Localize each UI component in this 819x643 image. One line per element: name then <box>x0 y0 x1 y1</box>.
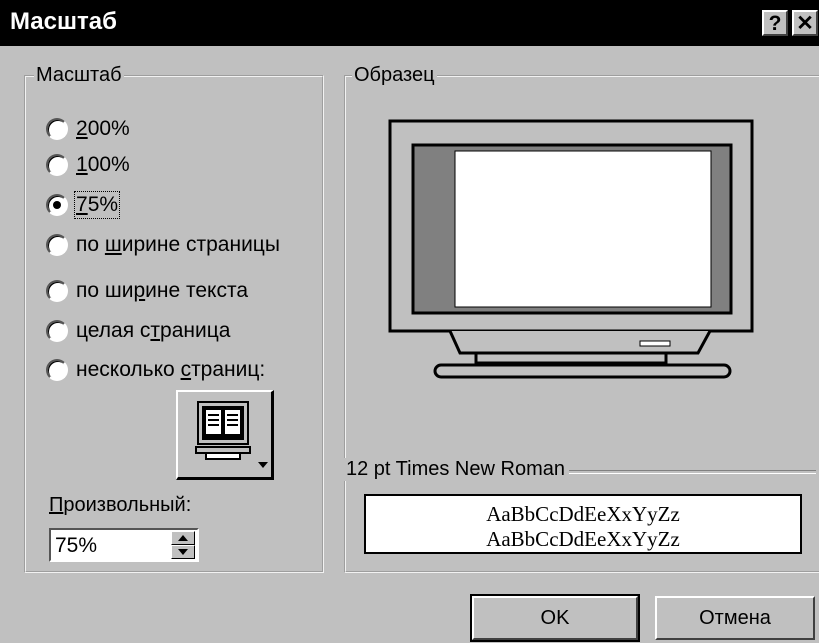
scale-option[interactable]: несколько страниц: <box>46 355 265 385</box>
spin-down-button[interactable] <box>171 545 195 559</box>
radio-button[interactable] <box>46 320 68 342</box>
scale-option[interactable]: целая страница <box>46 316 230 346</box>
scale-option-label: 75% <box>73 191 121 219</box>
scale-option-label: 200% <box>76 117 130 140</box>
scale-option-label: 100% <box>76 153 130 176</box>
radio-button[interactable] <box>46 118 68 140</box>
close-button[interactable]: ✕ <box>792 10 818 36</box>
arrow-up-icon <box>178 535 188 541</box>
cancel-button[interactable]: Отмена <box>655 596 815 640</box>
ok-button[interactable]: OK <box>470 594 640 642</box>
multiple-pages-button[interactable] <box>176 390 274 480</box>
custom-scale-value: 75% <box>55 534 98 557</box>
radio-button[interactable] <box>46 154 68 176</box>
scale-option[interactable]: 100% <box>46 150 130 180</box>
scale-option[interactable]: 200% <box>46 114 130 144</box>
arrow-down-icon <box>178 549 188 555</box>
sample-line: AaBbCcDdEeXxYyZz <box>486 502 680 526</box>
spin-up-button[interactable] <box>171 531 195 545</box>
sample-line: AaBbCcDdEeXxYyZz <box>486 527 680 551</box>
scale-option-label: несколько страниц: <box>76 358 266 381</box>
preview-group-title: Образец <box>352 64 437 87</box>
radio-button[interactable] <box>46 234 68 256</box>
radio-dot <box>53 201 61 209</box>
scale-option-label: по ширине текста <box>76 279 249 302</box>
scale-option[interactable]: 75% <box>46 190 121 220</box>
font-name-label: 12 pt Times New Roman <box>342 458 569 481</box>
monitor-preview-icon <box>388 119 754 379</box>
scale-option[interactable]: по ширине страницы <box>46 230 280 260</box>
dialog-title: Масштаб <box>10 8 117 35</box>
custom-scale-input[interactable]: 75% <box>49 528 199 562</box>
radio-button[interactable] <box>46 194 68 216</box>
monitor-pages-icon <box>195 401 268 468</box>
scale-group-title: Масштаб <box>34 64 124 87</box>
scale-option[interactable]: по ширине текста <box>46 276 248 306</box>
scale-option-label: целая страница <box>76 319 231 342</box>
font-sample-box: AaBbCcDdEeXxYyZz AaBbCcDdEeXxYyZz <box>364 494 802 554</box>
help-button[interactable]: ? <box>762 10 788 36</box>
scale-option-label: по ширине страницы <box>76 233 280 256</box>
title-bar[interactable]: Масштаб ? ✕ <box>0 0 819 46</box>
radio-button[interactable] <box>46 359 68 381</box>
radio-button[interactable] <box>46 280 68 302</box>
custom-scale-label: Произвольный: <box>49 494 192 516</box>
